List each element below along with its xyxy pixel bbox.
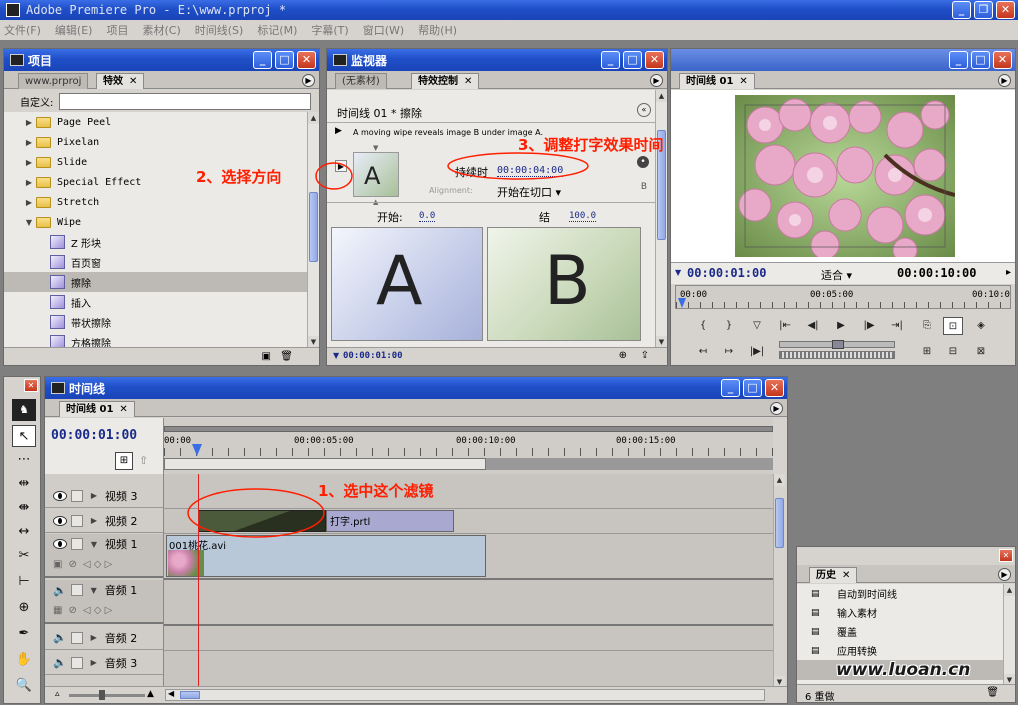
annotation-step3: 3、调整打字效果时间 bbox=[518, 136, 664, 154]
annotation-circle-transition bbox=[187, 488, 325, 538]
annotation-step2: 2、选择方向 bbox=[196, 168, 282, 186]
annotation-step1: 1、选中这个滤镜 bbox=[318, 482, 434, 500]
annotation-circle-direction bbox=[315, 162, 353, 190]
annotation-overlay bbox=[187, 152, 589, 538]
annotation-circle-duration bbox=[447, 152, 589, 180]
watermark: www.luoan.cn bbox=[836, 660, 971, 680]
